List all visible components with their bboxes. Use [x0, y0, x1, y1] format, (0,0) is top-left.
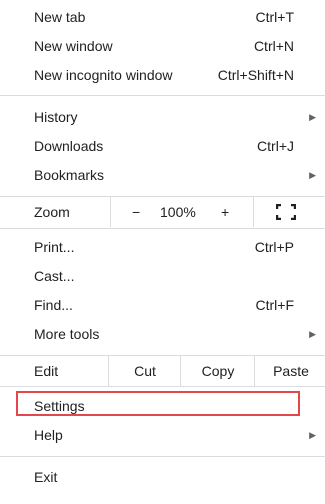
menu-item-find[interactable]: Find... Ctrl+F [0, 291, 326, 320]
menu-item-label: More tools [34, 326, 100, 342]
zoom-controls: − 100% + [110, 197, 254, 227]
menu-divider [0, 95, 326, 96]
edit-row: Edit Cut Copy Paste [0, 356, 326, 386]
menu-item-help[interactable]: Help ▶ [0, 421, 326, 450]
browser-app-menu: New tab Ctrl+T New window Ctrl+N New inc… [0, 0, 326, 504]
menu-item-new-incognito-window[interactable]: New incognito window Ctrl+Shift+N [0, 61, 326, 90]
menu-item-new-tab[interactable]: New tab Ctrl+T [0, 3, 326, 32]
menu-divider [0, 456, 326, 457]
copy-button[interactable]: Copy [180, 356, 255, 386]
shortcut-label: Ctrl+N [253, 38, 294, 54]
zoom-out-button[interactable]: − [132, 197, 140, 227]
zoom-level: 100% [160, 204, 196, 220]
zoom-label: Zoom [34, 204, 70, 220]
menu-item-label: New incognito window [34, 67, 173, 83]
menu-item-print[interactable]: Print... Ctrl+P [0, 233, 326, 262]
submenu-arrow-icon: ▶ [309, 329, 316, 339]
menu-item-label: Print... [34, 239, 75, 255]
menu-item-more-tools[interactable]: More tools ▶ [0, 320, 326, 349]
menu-item-label: Exit [34, 469, 58, 485]
shortcut-label: Ctrl+P [254, 239, 294, 255]
paste-button[interactable]: Paste [254, 356, 326, 386]
menu-divider [0, 386, 326, 387]
edit-label: Edit [34, 363, 59, 379]
menu-item-label: New tab [34, 9, 86, 25]
menu-item-label: Settings [34, 398, 85, 414]
menu-divider [0, 228, 326, 229]
menu-item-new-window[interactable]: New window Ctrl+N [0, 32, 326, 61]
fullscreen-icon[interactable] [276, 204, 296, 220]
menu-item-label: Bookmarks [34, 167, 105, 183]
zoom-in-button[interactable]: + [221, 197, 229, 227]
menu-item-label: History [34, 109, 78, 125]
menu-item-label: Find... [34, 297, 73, 313]
menu-item-label: Help [34, 427, 63, 443]
shortcut-label: Ctrl+Shift+N [217, 67, 294, 83]
cut-button[interactable]: Cut [108, 356, 181, 386]
submenu-arrow-icon: ▶ [309, 112, 316, 122]
menu-item-settings[interactable]: Settings [0, 392, 326, 421]
menu-item-downloads[interactable]: Downloads Ctrl+J [0, 132, 326, 161]
submenu-arrow-icon: ▶ [309, 430, 316, 440]
menu-item-label: New window [34, 38, 113, 54]
shortcut-label: Ctrl+J [257, 138, 294, 154]
shortcut-label: Ctrl+F [255, 297, 295, 313]
shortcut-label: Ctrl+T [255, 9, 295, 25]
submenu-arrow-icon: ▶ [309, 170, 316, 180]
menu-item-label: Cast... [34, 268, 75, 284]
menu-item-history[interactable]: History ▶ [0, 103, 326, 132]
menu-item-cast[interactable]: Cast... [0, 262, 326, 291]
menu-item-label: Downloads [34, 138, 104, 154]
zoom-row: Zoom − 100% + [0, 197, 326, 227]
menu-item-exit[interactable]: Exit [0, 463, 326, 492]
menu-item-bookmarks[interactable]: Bookmarks ▶ [0, 161, 326, 190]
